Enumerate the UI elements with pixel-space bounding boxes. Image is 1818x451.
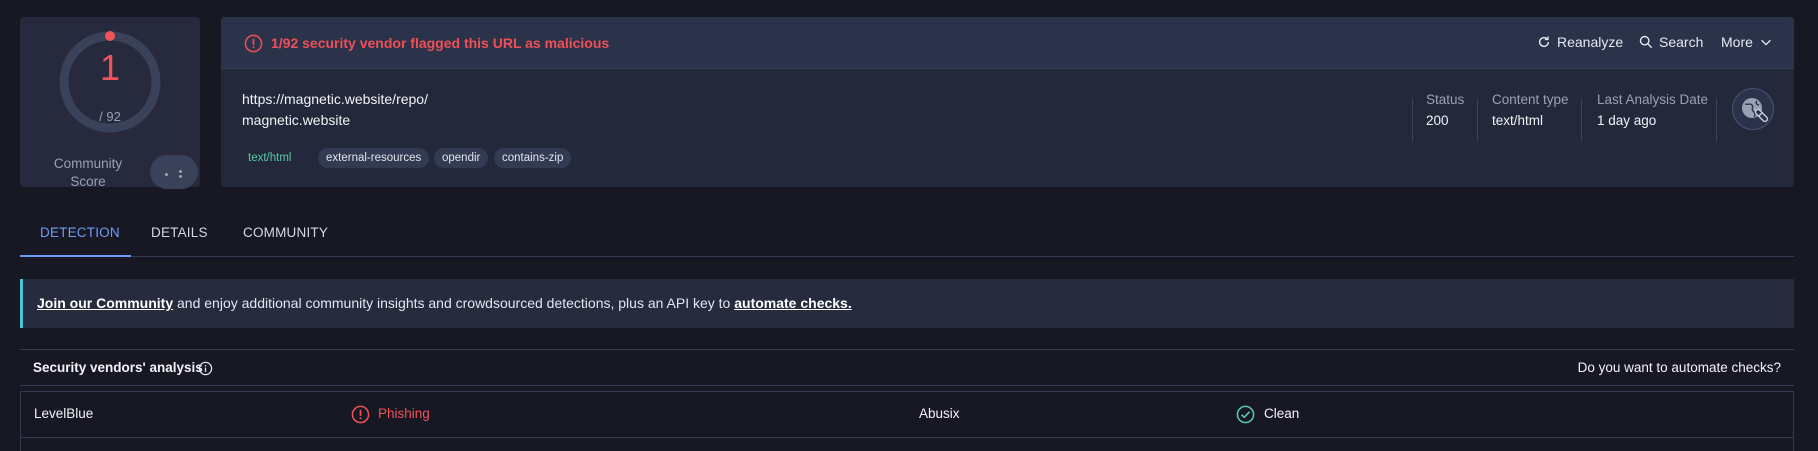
globe-link-icon [1742, 98, 1769, 123]
tab-detection[interactable]: DETECTION [40, 225, 120, 240]
more-menu-button[interactable]: More [1721, 34, 1773, 50]
detection-total: / 92 [99, 109, 121, 124]
alert-circle-icon [351, 405, 370, 424]
last-analysis-label: Last Analysis Date [1597, 92, 1709, 107]
community-banner: Join our Community and enjoy additional … [20, 279, 1794, 328]
last-analysis-value: 1 day ago [1597, 113, 1657, 128]
tag-contains-zip[interactable]: contains-zip [494, 148, 572, 168]
info-icon[interactable] [198, 361, 213, 376]
vendors-header: Security vendors' analysis Do you want t… [20, 349, 1794, 386]
detection-count: 1 [99, 47, 121, 88]
vendors-title: Security vendors' analysis [33, 360, 203, 375]
detail-tabs: DETECTION DETAILS COMMUNITY [20, 213, 1794, 257]
vendor-name: LevelBlue [34, 406, 94, 421]
content-type-label: Content type [1492, 92, 1569, 107]
chevron-down-icon [1761, 39, 1771, 46]
alert-message: 1/92 security vendor flagged this URL as… [271, 35, 610, 51]
table-row: LevelBlue Phishing Abusix Clean [21, 392, 1793, 438]
tab-community[interactable]: COMMUNITY [243, 225, 328, 240]
analyzed-domain[interactable]: magnetic.website [242, 112, 350, 128]
join-community-link[interactable]: Join our Community [37, 295, 173, 311]
divider [1412, 99, 1413, 141]
more-label: More [1721, 34, 1753, 50]
tag-external-resources[interactable]: external-resources [318, 148, 430, 168]
community-score-vote[interactable] [150, 155, 198, 189]
status-label: Status [1426, 92, 1465, 107]
divider [1477, 99, 1478, 141]
tab-details[interactable]: DETAILS [151, 225, 208, 240]
banner-text: and enjoy additional community insights … [173, 295, 735, 311]
search-icon [1639, 35, 1653, 49]
url-summary-card: 1/92 security vendor flagged this URL as… [221, 17, 1794, 187]
alert-circle-icon [244, 34, 263, 53]
status-value: 200 [1426, 113, 1449, 128]
vendors-table: LevelBlue Phishing Abusix Clean [20, 391, 1794, 451]
tag-content-type[interactable]: text/html [240, 148, 299, 168]
vendor-result: Clean [1264, 406, 1300, 421]
divider [1581, 99, 1582, 141]
alert-header: 1/92 security vendor flagged this URL as… [221, 17, 1794, 69]
search-label: Search [1659, 34, 1704, 50]
tag-opendir[interactable]: opendir [434, 148, 489, 168]
check-circle-icon [1236, 405, 1255, 424]
vendor-name: Abusix [919, 406, 960, 421]
reanalyze-label: Reanalyze [1557, 34, 1624, 50]
automate-checks-question[interactable]: Do you want to automate checks? [1578, 360, 1781, 375]
community-score-label: Community Score [53, 156, 123, 189]
globe-link-button[interactable] [1732, 88, 1774, 130]
vendor-result: Phishing [378, 406, 430, 421]
analyzed-url[interactable]: https://magnetic.website/repo/ [242, 91, 428, 107]
search-button[interactable]: Search [1639, 34, 1703, 50]
automate-checks-link[interactable]: automate checks. [734, 295, 852, 311]
refresh-icon [1538, 36, 1550, 48]
divider [1716, 99, 1717, 141]
content-type-value: text/html [1492, 113, 1544, 128]
community-score-card: 1 / 92 Community Score [20, 17, 200, 189]
reanalyze-button[interactable]: Reanalyze [1537, 34, 1623, 50]
active-tab-indicator [20, 255, 131, 257]
